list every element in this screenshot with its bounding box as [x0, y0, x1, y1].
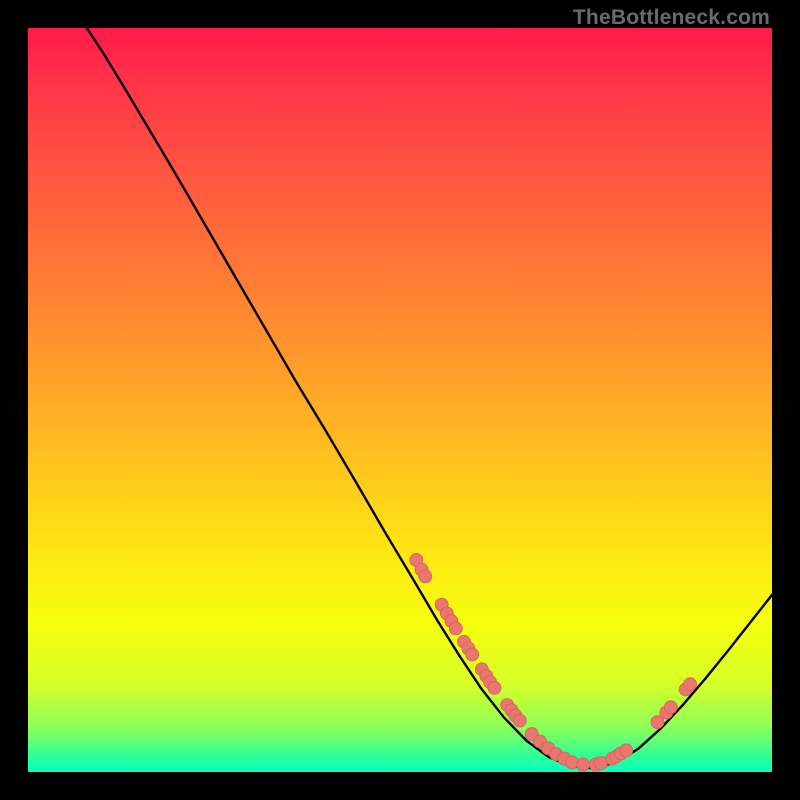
chart-frame [28, 28, 772, 772]
watermark-text: TheBottleneck.com [573, 6, 770, 30]
scatter-points-layer [28, 28, 772, 772]
data-point [449, 622, 462, 635]
data-point [620, 744, 633, 757]
data-point [419, 570, 432, 583]
data-point [577, 758, 590, 771]
data-point [684, 678, 697, 691]
data-point [664, 701, 677, 714]
data-point [565, 756, 578, 769]
data-point [513, 714, 526, 727]
scatter-points-group [410, 553, 697, 771]
data-point [466, 648, 479, 661]
data-point [488, 681, 501, 694]
